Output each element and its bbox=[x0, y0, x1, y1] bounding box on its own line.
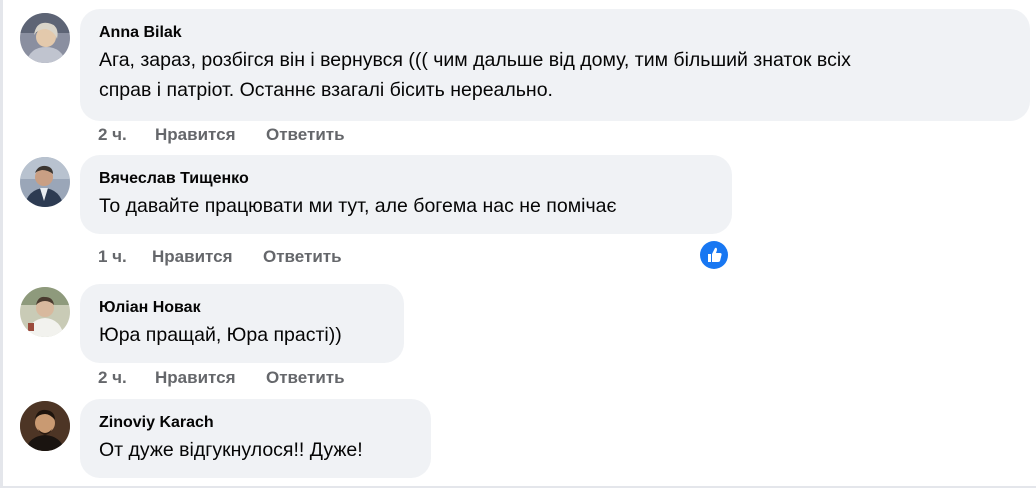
reaction-badge[interactable] bbox=[700, 241, 728, 269]
like-button[interactable]: Нравится bbox=[152, 247, 233, 267]
reply-button[interactable]: Ответить bbox=[263, 247, 342, 267]
comment-author[interactable]: Юліан Новак bbox=[99, 298, 385, 318]
comment-text-line: справ і патріот. Останнє взагалі бісить … bbox=[99, 79, 553, 101]
comment-timestamp[interactable]: 2 ч. bbox=[98, 368, 127, 388]
comment-timestamp[interactable]: 2 ч. bbox=[98, 125, 127, 145]
comment-author[interactable]: Anna Bilak bbox=[99, 23, 1011, 43]
comment-bubble: Юліан Новак Юра пращай, Юра прасті)) bbox=[80, 284, 404, 363]
avatar[interactable] bbox=[20, 401, 70, 451]
reply-button[interactable]: Ответить bbox=[266, 125, 345, 145]
comment-text-line: Юра пращай, Юра прасті)) bbox=[99, 324, 342, 346]
reply-button[interactable]: Ответить bbox=[266, 368, 345, 388]
comment-author[interactable]: Вячеслав Тищенко bbox=[99, 169, 713, 189]
panel-left-border bbox=[0, 0, 3, 488]
comment-text-line: То давайте працювати ми тут, але богема … bbox=[99, 195, 617, 217]
comment-bubble: Anna Bilak Ага, зараз, розбігся він і ве… bbox=[80, 9, 1030, 121]
avatar[interactable] bbox=[20, 13, 70, 63]
thumbs-up-icon bbox=[708, 247, 722, 262]
comment-bubble: Zinoviy Karach От дуже відгукнулося!! Ду… bbox=[80, 399, 431, 478]
comment-bubble: Вячеслав Тищенко То давайте працювати ми… bbox=[80, 155, 732, 234]
like-button[interactable]: Нравится bbox=[155, 368, 236, 388]
comment-author[interactable]: Zinoviy Karach bbox=[99, 413, 412, 433]
comment-timestamp[interactable]: 1 ч. bbox=[98, 247, 127, 267]
avatar[interactable] bbox=[20, 287, 70, 337]
comment-text-line: Ага, зараз, розбігся він і вернувся ((( … bbox=[99, 49, 851, 71]
comment-text-line: От дуже відгукнулося!! Дуже! bbox=[99, 439, 363, 461]
avatar[interactable] bbox=[20, 157, 70, 207]
like-button[interactable]: Нравится bbox=[155, 125, 236, 145]
